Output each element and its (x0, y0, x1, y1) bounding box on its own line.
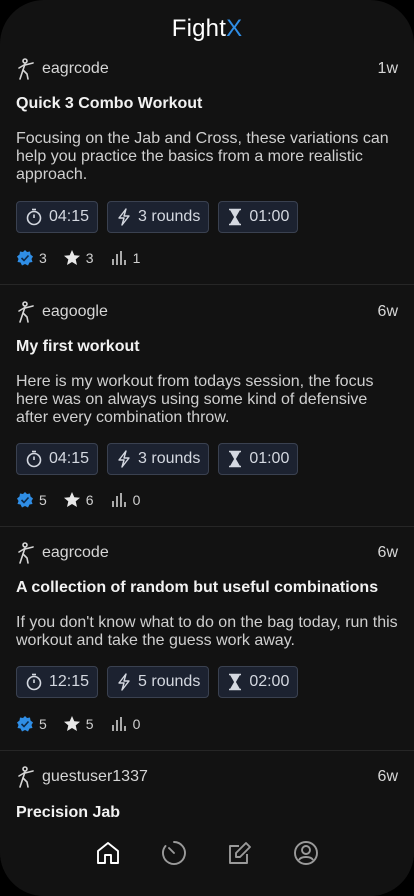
workout-stats: 5 6 0 (16, 491, 156, 509)
author-name[interactable]: eagrcode (42, 544, 109, 562)
rest-value: 01:00 (249, 208, 290, 225)
star-count: 6 (85, 492, 94, 508)
workout-feed: eagrcode 1w Quick 3 Combo Workout Focusi… (0, 46, 414, 896)
duration-chip: 12:15 (16, 666, 99, 698)
rest-value: 02:00 (249, 673, 290, 690)
badge-count: 5 (39, 716, 47, 732)
badge-stat[interactable]: 5 (16, 491, 47, 509)
bar-chart-icon (111, 717, 126, 731)
rounds-value: 3 rounds (138, 450, 201, 467)
stopwatch-icon (26, 673, 42, 691)
workout-stats: 5 5 0 (16, 715, 156, 733)
rest-value: 01:00 (249, 450, 290, 467)
stopwatch-icon (26, 450, 42, 468)
workout-title[interactable]: My first workout (16, 338, 398, 356)
author-row: guestuser1337 6w (16, 764, 398, 790)
badge-count: 3 (39, 250, 47, 266)
rounds-chip: 5 rounds (107, 666, 210, 698)
bar-chart-icon (111, 251, 126, 265)
star-icon (63, 716, 80, 731)
star-icon (63, 250, 80, 265)
author-row: eagrcode 6w (16, 540, 398, 566)
verified-badge-icon (17, 250, 33, 266)
workout-chips: 04:15 3 rounds 01:00 (16, 443, 299, 475)
verified-badge-icon (17, 492, 33, 508)
tab-timer[interactable] (161, 840, 187, 866)
star-stat[interactable]: 3 (63, 249, 94, 267)
workout-stats: 3 3 1 (16, 249, 156, 267)
fighter-icon (16, 765, 36, 789)
bar-stat: 0 (110, 491, 141, 509)
lightning-icon (118, 450, 130, 468)
duration-chip: 04:15 (16, 201, 99, 233)
bar-count: 0 (132, 492, 141, 508)
home-icon (97, 842, 119, 864)
tab-home[interactable] (95, 840, 121, 866)
timer-icon (162, 841, 186, 865)
hourglass-icon (229, 450, 242, 468)
star-count: 5 (85, 716, 94, 732)
profile-icon (294, 841, 318, 865)
bar-count: 1 (132, 250, 141, 266)
duration-value: 04:15 (49, 450, 90, 467)
workout-title[interactable]: Quick 3 Combo Workout (16, 95, 398, 113)
fighter-icon (16, 57, 36, 81)
workout-title[interactable]: A collection of random but useful combin… (16, 579, 398, 597)
bar-stat: 0 (110, 715, 141, 733)
stopwatch-icon (26, 208, 42, 226)
workout-description: If you don't know what to do on the bag … (16, 614, 398, 649)
bottom-tab-bar (0, 822, 414, 896)
bar-chart-icon (111, 493, 126, 507)
post-age: 1w (377, 60, 398, 77)
star-stat[interactable]: 6 (63, 491, 94, 509)
card-divider (0, 526, 414, 527)
post-age: 6w (377, 544, 398, 561)
lightning-icon (118, 208, 130, 226)
badge-stat[interactable]: 5 (16, 715, 47, 733)
star-stat[interactable]: 5 (63, 715, 94, 733)
star-icon (63, 492, 80, 507)
bar-stat: 1 (110, 249, 141, 267)
card-divider (0, 284, 414, 285)
author-name[interactable]: guestuser1337 (42, 768, 148, 786)
card-divider (0, 750, 414, 751)
duration-value: 12:15 (49, 673, 90, 690)
rounds-value: 5 rounds (138, 673, 201, 690)
rest-chip: 01:00 (218, 201, 299, 233)
tab-profile[interactable] (293, 840, 319, 866)
hourglass-icon (229, 208, 242, 226)
verified-badge-icon (17, 716, 33, 732)
post-age: 6w (377, 303, 398, 320)
workout-description: Focusing on the Jab and Cross, these var… (16, 130, 389, 183)
tab-create[interactable] (227, 840, 253, 866)
bar-count: 0 (132, 716, 141, 732)
post-age: 6w (377, 768, 398, 785)
rounds-chip: 3 rounds (107, 201, 210, 233)
fighter-icon (16, 541, 36, 565)
edit-icon (229, 842, 251, 864)
badge-count: 5 (39, 492, 47, 508)
author-name[interactable]: eagrcode (42, 60, 109, 78)
fighter-icon (16, 300, 36, 324)
duration-value: 04:15 (49, 208, 90, 225)
lightning-icon (118, 673, 130, 691)
author-row: eagoogle 6w (16, 299, 398, 325)
workout-chips: 12:15 5 rounds 02:00 (16, 666, 299, 698)
rest-chip: 02:00 (218, 666, 299, 698)
app-screen: FightX eagrcode 1w Quick 3 Combo Workout… (0, 0, 414, 896)
duration-chip: 04:15 (16, 443, 99, 475)
author-row: eagrcode 1w (16, 56, 398, 82)
rest-chip: 01:00 (218, 443, 299, 475)
star-count: 3 (85, 250, 94, 266)
workout-chips: 04:15 3 rounds 01:00 (16, 201, 299, 233)
hourglass-icon (229, 673, 242, 691)
badge-stat[interactable]: 3 (16, 249, 47, 267)
rounds-value: 3 rounds (138, 208, 201, 225)
author-name[interactable]: eagoogle (42, 303, 108, 321)
workout-description: Here is my workout from todays session, … (16, 373, 374, 426)
workout-title[interactable]: Precision Jab (16, 804, 398, 822)
app-logo: FightX (171, 15, 243, 42)
rounds-chip: 3 rounds (107, 443, 210, 475)
